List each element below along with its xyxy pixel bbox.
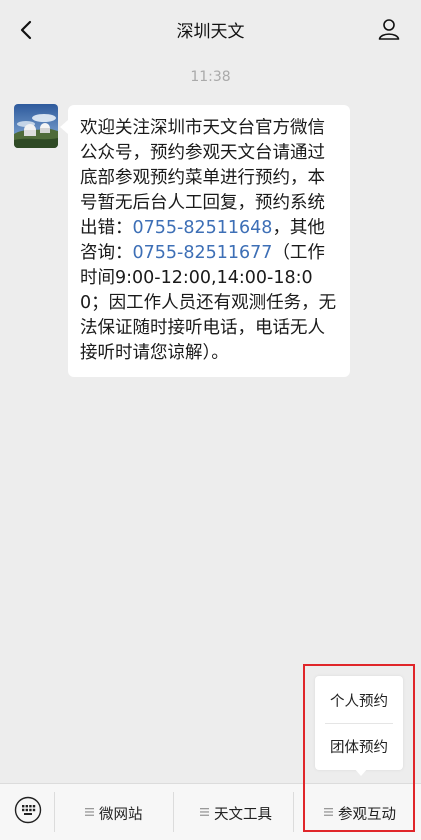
menu-tab-astronomy-tools[interactable]: 天文工具	[174, 784, 293, 840]
top-bar: 深圳天文	[0, 0, 421, 58]
profile-icon[interactable]	[377, 17, 401, 41]
message-text: 欢迎关注深圳市天文台官方微信公众号，预约参观天文台请通过底部参观预约菜单进行预约…	[80, 116, 338, 366]
menu-tab-microsite[interactable]: 微网站	[55, 784, 173, 840]
avatar[interactable]	[14, 104, 58, 148]
highlight-box	[303, 664, 415, 832]
keyboard-toggle-icon[interactable]	[14, 796, 42, 824]
message-bubble: 欢迎关注深圳市天文台官方微信公众号，预约参观天文台请通过底部参观预约菜单进行预约…	[60, 105, 350, 377]
observatory-avatar-icon	[14, 104, 58, 148]
message-timestamp: 11:38	[190, 69, 231, 85]
menu-lines-icon	[85, 808, 94, 816]
menu-tab-label: 天文工具	[214, 807, 272, 823]
page-title: 深圳天文	[176, 22, 245, 42]
phone-link-inquiry[interactable]: 0755-82511677	[133, 243, 273, 263]
menu-lines-icon	[200, 808, 209, 816]
phone-link-booking[interactable]: 0755-82511648	[133, 218, 273, 238]
menu-tab-label: 微网站	[99, 807, 143, 823]
